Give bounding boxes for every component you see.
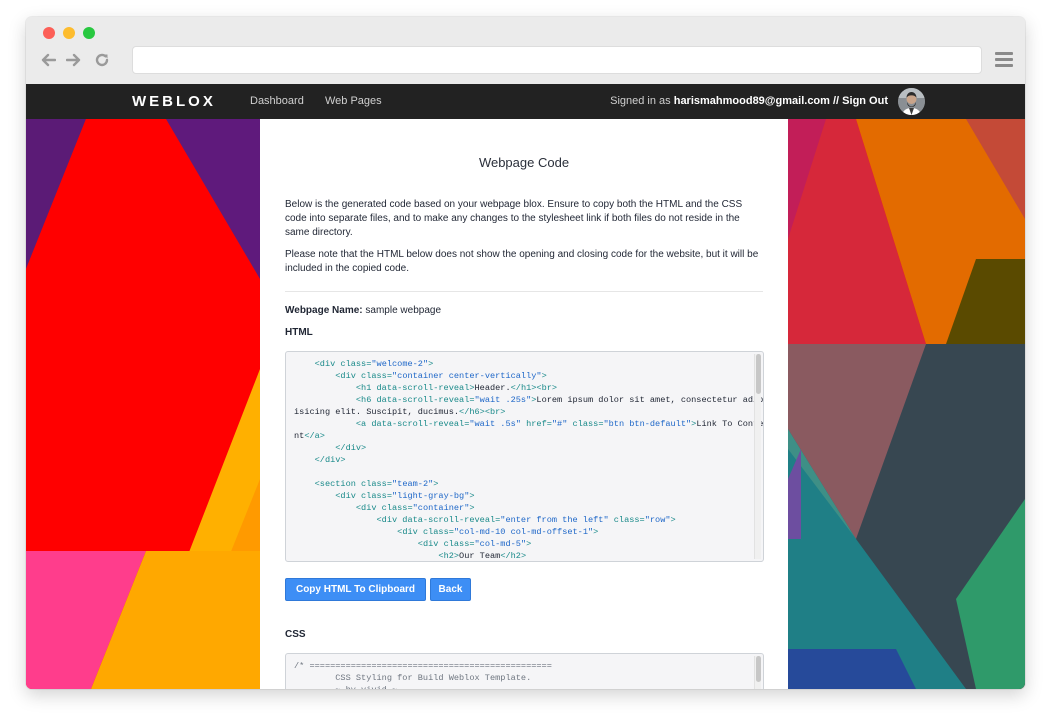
- divider: [285, 291, 763, 292]
- webpage-name-label: Webpage Name:: [285, 305, 363, 316]
- copy-html-button[interactable]: Copy HTML To Clipboard: [285, 578, 426, 601]
- signed-in-status: Signed in as harismahmood89@gmail.com //…: [610, 95, 888, 107]
- signed-in-prefix: Signed in as: [610, 95, 674, 107]
- address-bar[interactable]: [132, 46, 982, 74]
- css-code-scrollbar[interactable]: [754, 656, 761, 689]
- sign-out-link[interactable]: Sign Out: [842, 95, 888, 107]
- html-code-line: <h1 data-scroll-reveal>Header.</h1><br>: [355, 383, 558, 393]
- scrollbar-thumb[interactable]: [756, 354, 761, 394]
- html-code-line: <h6 data-scroll-reveal="wait .25s">Lorem…: [355, 395, 764, 405]
- html-code-line: isicing elit. Suscipit, ducimus.</h6><br…: [294, 407, 506, 417]
- back-button[interactable]: Back: [430, 578, 471, 601]
- css-code-line: /* =====================================…: [294, 661, 552, 671]
- maximize-window-button[interactable]: [83, 27, 95, 39]
- page-title: Webpage Code: [478, 155, 570, 170]
- site-navbar: WEBLOX Dashboard Web Pages Signed in as …: [26, 84, 1025, 119]
- html-code-line: <div class="light-gray-bg">: [335, 491, 475, 501]
- brand-logo[interactable]: WEBLOX: [132, 93, 216, 110]
- html-code-textarea[interactable]: <div class="welcome-2"> <div class="cont…: [285, 351, 764, 562]
- html-code-line: <div class="container">: [355, 503, 475, 513]
- webpage-name-value: sample webpage: [365, 305, 442, 316]
- html-code-line: <h2>Our Team</h2>: [438, 551, 527, 561]
- website-viewport: WEBLOX Dashboard Web Pages Signed in as …: [26, 84, 1025, 689]
- browser-chrome: [26, 17, 1025, 84]
- css-section-label: CSS: [285, 629, 306, 640]
- intro-paragraph: Below is the generated code based on you…: [285, 199, 743, 238]
- back-arrow-icon[interactable]: [39, 51, 57, 69]
- html-code-line: <section class="team-2">: [314, 479, 439, 489]
- nav-link-dashboard[interactable]: Dashboard: [250, 95, 304, 107]
- html-code-content[interactable]: <div class="welcome-2"> <div class="cont…: [294, 358, 764, 561]
- html-code-line: <div data-scroll-reveal="enter from the …: [376, 515, 676, 525]
- html-code-line: </div>: [314, 455, 346, 465]
- html-code-scrollbar[interactable]: [754, 354, 761, 559]
- minimize-window-button[interactable]: [63, 27, 75, 39]
- css-code-textarea[interactable]: /* =====================================…: [285, 653, 764, 689]
- close-window-button[interactable]: [43, 27, 55, 39]
- html-code-line: <div class="col-md-10 col-md-offset-1">: [397, 527, 599, 537]
- webpage-name-row: Webpage Name: sample webpage: [285, 305, 441, 316]
- avatar[interactable]: [898, 88, 925, 115]
- browser-window: WEBLOX Dashboard Web Pages Signed in as …: [26, 17, 1025, 689]
- nav-link-web-pages[interactable]: Web Pages: [325, 95, 382, 107]
- html-code-line: [294, 466, 750, 478]
- html-code-line: <a data-scroll-reveal="wait .5s" href="#…: [355, 419, 764, 429]
- note-paragraph: Please note that the HTML below does not…: [285, 249, 759, 274]
- forward-arrow-icon[interactable]: [65, 51, 83, 69]
- css-code-content[interactable]: /* =====================================…: [294, 660, 750, 689]
- html-code-line: <div class="col-md-5">: [417, 539, 532, 549]
- hamburger-menu-icon[interactable]: [995, 52, 1013, 68]
- user-email: harismahmood89@gmail.com: [673, 95, 830, 107]
- separator-text: //: [829, 95, 843, 107]
- css-code-line: ~ by vivid ~: [294, 684, 750, 689]
- html-code-line: <div class="container center-vertically"…: [335, 371, 547, 381]
- css-code-line: CSS Styling for Build Weblox Template.: [294, 673, 532, 683]
- webpage-code-panel: Webpage Code Below is the generated code…: [260, 119, 788, 689]
- html-code-line: nt</a>: [294, 431, 325, 441]
- html-section-label: HTML: [285, 327, 313, 338]
- html-code-line: </div>: [335, 443, 367, 453]
- html-code-line: <div class="welcome-2">: [314, 359, 434, 369]
- scrollbar-thumb[interactable]: [756, 656, 761, 682]
- reload-icon[interactable]: [93, 51, 111, 69]
